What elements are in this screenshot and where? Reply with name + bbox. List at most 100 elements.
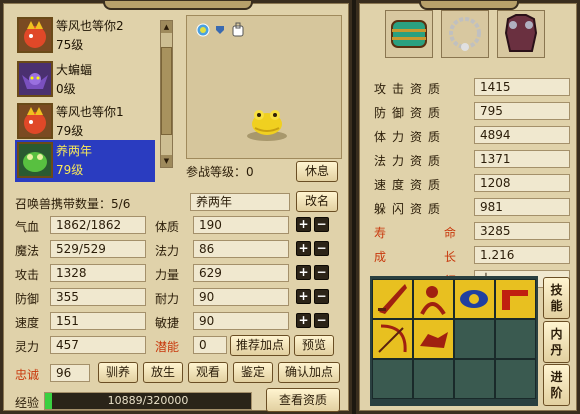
sword-skill-icon[interactable]: [372, 279, 413, 319]
sub-constitution-button[interactable]: −: [314, 217, 329, 232]
stat-value-hp: 1862/1862: [50, 216, 146, 234]
growth-value: 1.216: [474, 246, 570, 264]
loyalty-value: 96: [50, 364, 90, 382]
pet-level: 79级: [56, 124, 84, 138]
stat-label-attack: 攻击: [15, 268, 40, 282]
empty-skill-slot[interactable]: [495, 359, 536, 399]
pet-avatar: [17, 142, 53, 178]
title-ornament: [419, 1, 519, 10]
sub-magic-button[interactable]: −: [314, 241, 329, 256]
add-agility-button[interactable]: +: [296, 313, 311, 328]
title-ornament: [103, 1, 253, 10]
exp-label: 经验: [15, 396, 40, 410]
sub-strength-button[interactable]: −: [314, 265, 329, 280]
attr-label-strength: 力量: [155, 268, 180, 282]
battle-level-label: 参战等级：0: [186, 165, 254, 179]
loyalty-label: 忠诚: [15, 368, 40, 382]
stat-value-speed: 151: [50, 312, 146, 330]
aptitude-label-magic: 法力资质: [374, 154, 447, 168]
growth-label-2: 长: [444, 250, 457, 264]
pet-name: 等风也等你2: [56, 19, 124, 33]
stat-label-mp: 魔法: [15, 244, 40, 258]
frog-pet-sprite: [247, 110, 287, 141]
beast-skill-icon[interactable]: [413, 319, 454, 359]
attr-value-agility: 90: [193, 312, 289, 330]
pet-list-scrollbar[interactable]: ▲ ▼: [160, 20, 173, 168]
pet-level: 0级: [56, 82, 76, 96]
growth-label-1: 成: [374, 250, 387, 264]
identify-button[interactable]: 鉴定: [233, 362, 273, 383]
scroll-down-icon[interactable]: ▼: [161, 155, 172, 167]
pet-list-item[interactable]: 大蝙蝠 0级: [15, 59, 155, 101]
sub-endurance-button[interactable]: −: [314, 289, 329, 304]
pet-list-item-selected[interactable]: 养两年 79级: [15, 140, 155, 182]
attr-label-constitution: 体质: [155, 220, 180, 234]
add-constitution-button[interactable]: +: [296, 217, 311, 232]
sub-agility-button[interactable]: −: [314, 313, 329, 328]
advance-tab-button[interactable]: 进阶: [543, 364, 570, 406]
necklace-icon[interactable]: [441, 10, 489, 58]
stat-label-spirit: 灵力: [15, 340, 40, 354]
add-endurance-button[interactable]: +: [296, 289, 311, 304]
empty-skill-slot[interactable]: [495, 319, 536, 359]
pet-name-field[interactable]: 养两年: [190, 193, 290, 211]
empty-skill-slot[interactable]: [413, 359, 454, 399]
watch-button[interactable]: 观看: [188, 362, 228, 383]
aptitude-value-magic: 1371: [474, 150, 570, 168]
stat-value-spirit: 457: [50, 336, 146, 354]
preview-icons[interactable]: [195, 22, 251, 38]
aptitude-value-attack: 1415: [474, 78, 570, 96]
empty-skill-slot[interactable]: [454, 319, 495, 359]
scroll-thumb[interactable]: [161, 47, 172, 135]
armor-icon[interactable]: [497, 10, 545, 58]
stat-label-defense: 防御: [15, 292, 40, 306]
aptitude-value-defense: 795: [474, 102, 570, 120]
rider-skill-icon[interactable]: [413, 279, 454, 319]
pet-name: 等风也等你1: [56, 105, 124, 119]
pet-name: 养两年: [56, 144, 93, 158]
potential-value: 0: [193, 336, 227, 354]
add-magic-button[interactable]: +: [296, 241, 311, 256]
aptitude-value-stamina: 4894: [474, 126, 570, 144]
pet-avatar: [17, 103, 53, 139]
rename-button[interactable]: 改名: [296, 191, 338, 212]
empty-skill-slot[interactable]: [454, 359, 495, 399]
attr-label-agility: 敏捷: [155, 316, 180, 330]
confirm-points-button[interactable]: 确认加点: [278, 362, 340, 383]
release-button[interactable]: 放生: [143, 362, 183, 383]
view-aptitude-button[interactable]: 查看资质: [266, 388, 340, 412]
lifespan-label-2: 命: [444, 226, 457, 240]
pet-preview-area: [186, 15, 342, 159]
attr-value-endurance: 90: [193, 288, 289, 306]
potential-label: 潜能: [155, 340, 180, 354]
exp-bar: 10889/320000: [44, 392, 252, 410]
skills-tab-button[interactable]: 技能: [543, 277, 570, 319]
recommend-points-button[interactable]: 推荐加点: [230, 335, 290, 356]
pet-list-item[interactable]: 等风也等你1 79级: [15, 101, 155, 143]
sword-slash-skill-icon[interactable]: [495, 279, 536, 319]
attr-label-endurance: 耐力: [155, 292, 180, 306]
aptitude-label-speed: 速度资质: [374, 178, 447, 192]
bow-skill-icon[interactable]: [372, 319, 413, 359]
aptitude-label-dodge: 躲闪资质: [374, 202, 447, 216]
attr-value-magic: 86: [193, 240, 289, 258]
rest-button[interactable]: 休息: [296, 161, 338, 182]
scroll-up-icon[interactable]: ▲: [161, 21, 172, 33]
preview-button[interactable]: 预览: [294, 335, 334, 356]
inner-core-tab-button[interactable]: 内丹: [543, 321, 570, 363]
pet-avatar: [17, 61, 53, 97]
stat-value-mp: 529/529: [50, 240, 146, 258]
pet-level: 75级: [56, 38, 84, 52]
tame-button[interactable]: 驯养: [98, 362, 138, 383]
eye-skill-icon[interactable]: [454, 279, 495, 319]
pet-list-item[interactable]: 等风也等你2 75级: [15, 15, 155, 57]
add-strength-button[interactable]: +: [296, 265, 311, 280]
lifespan-label-1: 寿: [374, 226, 387, 240]
aptitude-value-speed: 1208: [474, 174, 570, 192]
attr-value-constitution: 190: [193, 216, 289, 234]
empty-skill-slot[interactable]: [372, 359, 413, 399]
bracer-icon[interactable]: [385, 10, 433, 58]
aptitude-value-dodge: 981: [474, 198, 570, 216]
attr-label-magic: 法力: [155, 244, 180, 258]
pet-level: 79级: [56, 163, 84, 177]
